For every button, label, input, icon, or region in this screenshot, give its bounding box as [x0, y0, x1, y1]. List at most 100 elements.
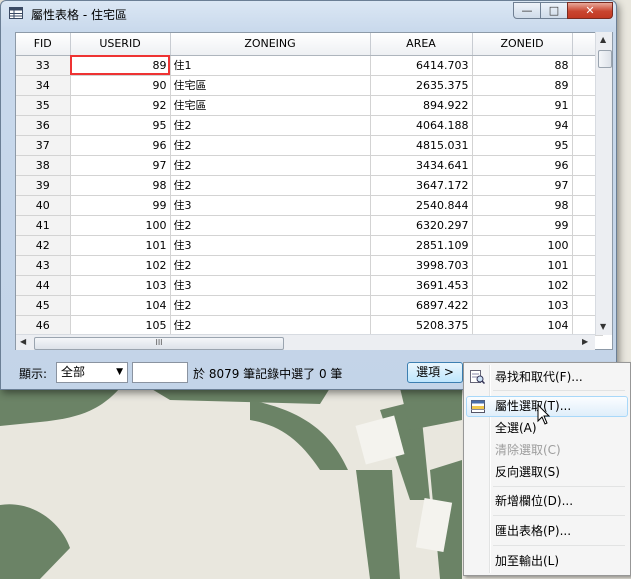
scroll-up-icon[interactable]: ▲: [600, 35, 606, 44]
column-header-zoneing[interactable]: ZONEING: [170, 33, 371, 56]
show-filter-select[interactable]: 全部 ▼: [56, 362, 128, 383]
vertical-scrollbar[interactable]: ▲ ▼: [595, 32, 612, 335]
column-header-area[interactable]: AREA: [370, 33, 473, 56]
scroll-right-icon[interactable]: ▶: [582, 337, 588, 346]
cell-userid[interactable]: 99: [70, 195, 171, 216]
table-row[interactable]: 37 96 住2 4815.031 95: [16, 135, 603, 156]
table-row[interactable]: 46 105 住2 5208.375 104: [16, 315, 603, 336]
table-row[interactable]: 34 90 住宅區 2635.375 89: [16, 75, 603, 96]
cell-fid[interactable]: 35: [16, 95, 71, 116]
cell-fid[interactable]: 37: [16, 135, 71, 156]
cell-area[interactable]: 2540.844: [370, 195, 473, 216]
cell-area[interactable]: 6320.297: [370, 215, 473, 236]
close-button[interactable]: ✕: [567, 2, 613, 19]
menu-item-clear-selection[interactable]: 清除選取(C): [466, 440, 628, 461]
cell-area[interactable]: 5208.375: [370, 315, 473, 336]
column-header-userid[interactable]: USERID: [70, 33, 171, 56]
table-row[interactable]: 42 101 住3 2851.109 100: [16, 235, 603, 256]
cell-fid[interactable]: 38: [16, 155, 71, 176]
title-bar[interactable]: 屬性表格 - 住宅區 — □ ✕: [1, 1, 616, 27]
cell-userid[interactable]: 95: [70, 115, 171, 136]
cell-area[interactable]: 3434.641: [370, 155, 473, 176]
cell-area[interactable]: 4064.188: [370, 115, 473, 136]
cell-zoneing[interactable]: 住2: [170, 135, 371, 156]
cell-zoneid[interactable]: 97: [472, 175, 573, 196]
cell-fid[interactable]: 36: [16, 115, 71, 136]
cell-zoneid[interactable]: 98: [472, 195, 573, 216]
cell-fid[interactable]: 40: [16, 195, 71, 216]
cell-zoneid[interactable]: 102: [472, 275, 573, 296]
cell-userid[interactable]: 97: [70, 155, 171, 176]
cell-area[interactable]: 2635.375: [370, 75, 473, 96]
table-row[interactable]: 41 100 住2 6320.297 99: [16, 215, 603, 236]
cell-userid[interactable]: 104: [70, 295, 171, 316]
table-row[interactable]: 40 99 住3 2540.844 98: [16, 195, 603, 216]
cell-zoneid[interactable]: 91: [472, 95, 573, 116]
maximize-button[interactable]: □: [540, 2, 568, 19]
cell-fid[interactable]: 33: [16, 55, 71, 76]
column-header-fid[interactable]: FID: [16, 33, 71, 56]
cell-area[interactable]: 894.922: [370, 95, 473, 116]
cell-zoneid[interactable]: 89: [472, 75, 573, 96]
cell-area[interactable]: 6414.703: [370, 55, 473, 76]
cell-zoneing[interactable]: 住宅區: [170, 75, 371, 96]
cell-userid[interactable]: 89: [70, 55, 171, 76]
cell-zoneing[interactable]: 住2: [170, 115, 371, 136]
scroll-left-icon[interactable]: ◀: [20, 337, 26, 346]
cell-userid[interactable]: 103: [70, 275, 171, 296]
cell-area[interactable]: 2851.109: [370, 235, 473, 256]
cell-userid[interactable]: 90: [70, 75, 171, 96]
cell-zoneing[interactable]: 住2: [170, 255, 371, 276]
cell-zoneid[interactable]: 104: [472, 315, 573, 336]
table-row[interactable]: 36 95 住2 4064.188 94: [16, 115, 603, 136]
cell-zoneid[interactable]: 101: [472, 255, 573, 276]
cell-zoneing[interactable]: 住3: [170, 235, 371, 256]
cell-userid[interactable]: 105: [70, 315, 171, 336]
cell-zoneing[interactable]: 住2: [170, 315, 371, 336]
record-number-input[interactable]: [132, 362, 188, 383]
table-row[interactable]: 44 103 住3 3691.453 102: [16, 275, 603, 296]
table-row[interactable]: 39 98 住2 3647.172 97: [16, 175, 603, 196]
table-row[interactable]: 33 89 住1 6414.703 88: [16, 55, 603, 76]
cell-fid[interactable]: 45: [16, 295, 71, 316]
column-header-zoneid[interactable]: ZONEID: [472, 33, 573, 56]
attribute-grid[interactable]: FID USERID ZONEING AREA ZONEID 33 89 住1 641…: [15, 32, 613, 350]
horizontal-scrollbar[interactable]: ◀ III ▶: [16, 334, 595, 350]
cell-fid[interactable]: 34: [16, 75, 71, 96]
cell-zoneid[interactable]: 94: [472, 115, 573, 136]
menu-item-find-replace[interactable]: 尋找和取代(F)...: [466, 367, 628, 388]
vertical-scroll-thumb[interactable]: [598, 50, 612, 68]
cell-area[interactable]: 3691.453: [370, 275, 473, 296]
cell-zoneing[interactable]: 住3: [170, 275, 371, 296]
cell-fid[interactable]: 42: [16, 235, 71, 256]
scroll-down-icon[interactable]: ▼: [600, 322, 606, 331]
cell-zoneid[interactable]: 100: [472, 235, 573, 256]
cell-zoneing[interactable]: 住2: [170, 215, 371, 236]
cell-userid[interactable]: 102: [70, 255, 171, 276]
horizontal-scroll-thumb[interactable]: III: [34, 337, 284, 350]
cell-zoneid[interactable]: 96: [472, 155, 573, 176]
cell-zoneid[interactable]: 99: [472, 215, 573, 236]
cell-userid[interactable]: 96: [70, 135, 171, 156]
cell-fid[interactable]: 41: [16, 215, 71, 236]
table-row[interactable]: 35 92 住宅區 894.922 91: [16, 95, 603, 116]
cell-userid[interactable]: 92: [70, 95, 171, 116]
cell-fid[interactable]: 39: [16, 175, 71, 196]
menu-item-export-table[interactable]: 匯出表格(P)...: [466, 521, 628, 542]
cell-zoneing[interactable]: 住1: [170, 55, 371, 76]
cell-area[interactable]: 4815.031: [370, 135, 473, 156]
table-row[interactable]: 45 104 住2 6897.422 103: [16, 295, 603, 316]
cell-zoneid[interactable]: 88: [472, 55, 573, 76]
cell-area[interactable]: 3647.172: [370, 175, 473, 196]
menu-item-add-field[interactable]: 新增欄位(D)...: [466, 491, 628, 512]
cell-fid[interactable]: 43: [16, 255, 71, 276]
options-button[interactable]: 選項 >: [407, 362, 463, 383]
menu-item-add-to-output[interactable]: 加至輸出(L): [466, 551, 628, 572]
cell-zoneid[interactable]: 95: [472, 135, 573, 156]
cell-userid[interactable]: 101: [70, 235, 171, 256]
cell-area[interactable]: 6897.422: [370, 295, 473, 316]
cell-fid[interactable]: 44: [16, 275, 71, 296]
cell-userid[interactable]: 98: [70, 175, 171, 196]
menu-item-switch-selection[interactable]: 反向選取(S): [466, 462, 628, 483]
cell-userid[interactable]: 100: [70, 215, 171, 236]
